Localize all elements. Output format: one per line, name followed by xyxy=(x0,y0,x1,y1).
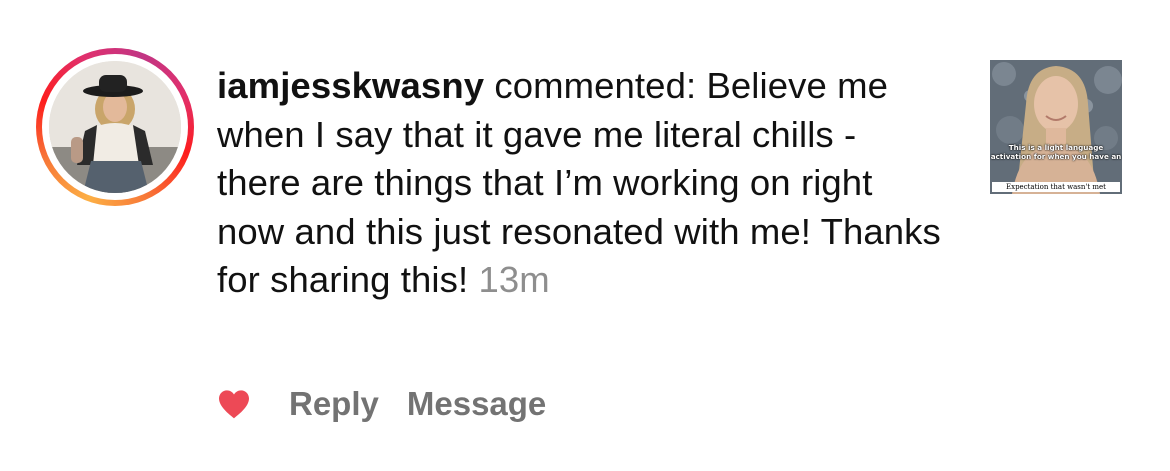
thumbnail-banner: Expectation that wasn't met xyxy=(992,182,1120,192)
thumbnail-image xyxy=(990,60,1122,194)
comment-timestamp: 13m xyxy=(478,259,550,300)
message-button[interactable]: Message xyxy=(407,385,546,423)
heart-icon[interactable] xyxy=(217,389,251,419)
comment-text: iamjesskwasny commented: Believe me when… xyxy=(217,62,947,305)
heart-icon-shape xyxy=(219,390,249,419)
comment-username[interactable]: iamjesskwasny xyxy=(217,65,484,106)
thumbnail-caption: This is a light language activation for … xyxy=(990,143,1122,161)
comment-actions: Reply Message xyxy=(217,380,574,428)
post-thumbnail[interactable]: This is a light language activation for … xyxy=(990,60,1122,194)
avatar[interactable] xyxy=(36,48,194,206)
avatar-photo-illustration xyxy=(49,61,181,193)
reply-button[interactable]: Reply xyxy=(289,385,379,423)
avatar-photo xyxy=(49,61,181,193)
comment-verb: commented: xyxy=(484,65,707,106)
